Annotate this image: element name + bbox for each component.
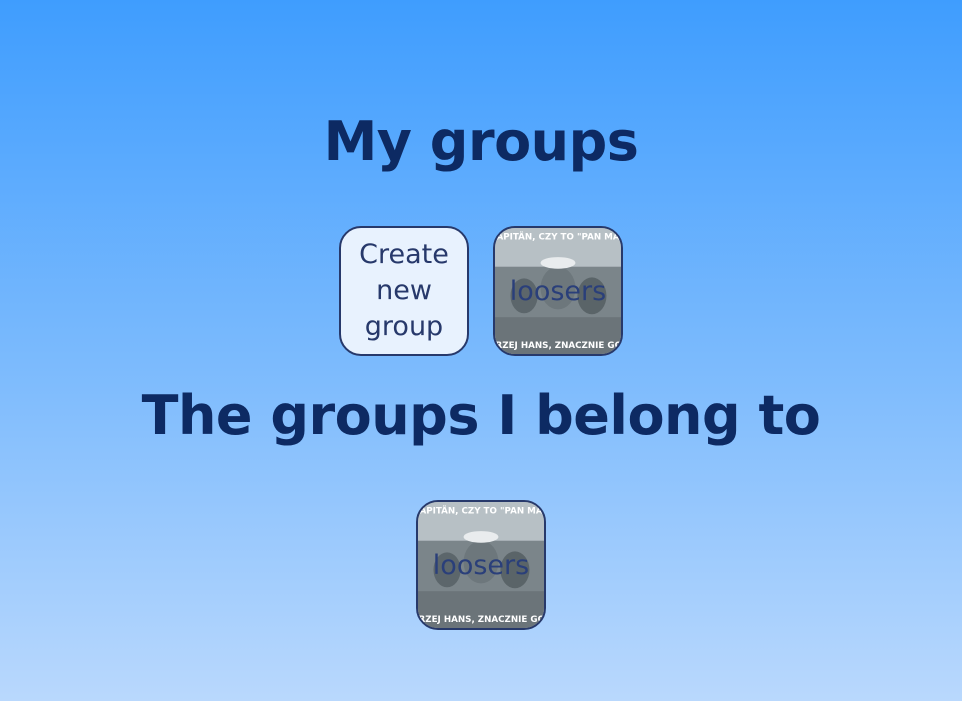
group-tile-loosers[interactable]: KAPITÄN, CZY TO "PAN MAR GORZEJ HANS, ZN… — [493, 226, 623, 356]
group-tile-loosers[interactable]: KAPITÄN, CZY TO "PAN MAR GORZEJ HANS, ZN… — [416, 500, 546, 630]
group-name: loosers — [432, 549, 530, 581]
my-groups-list: Create new group KAPITÄN, CZY TO "PAN MA… — [0, 226, 962, 356]
group-image-caption-top: KAPITÄN, CZY TO "PAN MAR — [418, 506, 544, 517]
group-name: loosers — [509, 275, 607, 307]
group-image-caption-bottom: GORZEJ HANS, ZNACZNIE GORZ — [418, 615, 544, 625]
group-image-caption-top: KAPITÄN, CZY TO "PAN MAR — [495, 232, 621, 243]
belong-groups-list: KAPITÄN, CZY TO "PAN MAR GORZEJ HANS, ZN… — [0, 500, 962, 630]
create-new-group-button[interactable]: Create new group — [339, 226, 469, 356]
belong-groups-heading: The groups I belong to — [141, 384, 821, 447]
group-image-caption-bottom: GORZEJ HANS, ZNACZNIE GORZ — [495, 341, 621, 351]
my-groups-heading: My groups — [323, 110, 639, 173]
